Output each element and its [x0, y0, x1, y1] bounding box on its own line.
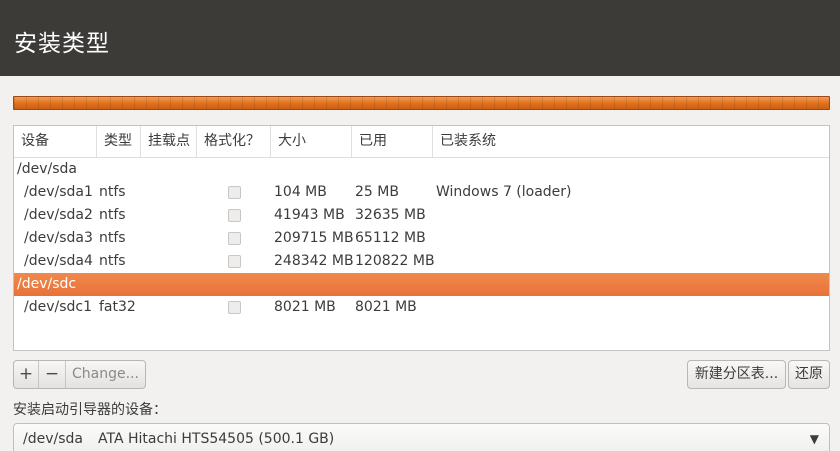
bootloader-device-label: 安装启动引导器的设备：: [13, 402, 167, 418]
format-checkbox[interactable]: [228, 209, 241, 222]
bootloader-device-description: ATA Hitachi HTS54505 (500.1 GB): [98, 431, 335, 447]
partition-edit-buttons: + − Change...: [13, 360, 146, 389]
partition-table[interactable]: 设备 类型 挂载点 格式化？ 大小 已用 已装系统 /dev/sda/dev/s…: [13, 125, 830, 351]
partition-row[interactable]: /dev/sda1 ntfs 104 MB 25 MB Windows 7 (loade…: [14, 181, 829, 204]
cell-device: /dev/sda3: [24, 230, 93, 246]
add-partition-button[interactable]: +: [14, 361, 39, 388]
column-header-device[interactable]: 设备: [14, 126, 97, 157]
partition-row[interactable]: /dev/sda3 ntfs 209715 MB 65112 MB: [14, 227, 829, 250]
cell-type: ntfs: [99, 230, 126, 246]
cell-size: 41943 MB: [274, 207, 345, 223]
title-bar: 安装类型: [0, 0, 840, 76]
partition-usage-bar: [13, 96, 830, 110]
cell-size: 209715 MB: [274, 230, 354, 246]
cell-device: /dev/sdc: [17, 276, 77, 292]
format-checkbox[interactable]: [228, 232, 241, 245]
cell-used: 120822 MB: [355, 253, 435, 269]
cell-used: 8021 MB: [355, 299, 417, 315]
cell-device: /dev/sda4: [24, 253, 93, 269]
cell-type: ntfs: [99, 253, 126, 269]
table-header: 设备 类型 挂载点 格式化？ 大小 已用 已装系统: [14, 126, 829, 158]
cell-device: /dev/sda1: [24, 184, 93, 200]
format-checkbox[interactable]: [228, 301, 241, 314]
cell-size: 8021 MB: [274, 299, 336, 315]
disk-row[interactable]: /dev/sdc: [14, 273, 829, 296]
disk-row[interactable]: /dev/sda: [14, 158, 829, 181]
partition-row[interactable]: /dev/sdc1 fat32 8021 MB 8021 MB: [14, 296, 829, 319]
column-header-system[interactable]: 已装系统: [433, 126, 829, 157]
partition-row[interactable]: /dev/sda2 ntfs 41943 MB 32635 MB: [14, 204, 829, 227]
cell-size: 248342 MB: [274, 253, 354, 269]
column-header-type[interactable]: 类型: [97, 126, 141, 157]
partition-row[interactable]: /dev/sda4 ntfs 248342 MB 120822 MB: [14, 250, 829, 273]
column-header-size[interactable]: 大小: [271, 126, 352, 157]
cell-used: 25 MB: [355, 184, 399, 200]
dropdown-arrow-icon: ▼: [809, 432, 819, 446]
cell-used: 65112 MB: [355, 230, 426, 246]
column-header-mount[interactable]: 挂载点: [141, 126, 197, 157]
revert-button[interactable]: 还原: [788, 360, 830, 389]
cell-system: Windows 7 (loader): [436, 184, 572, 200]
cell-type: ntfs: [99, 184, 126, 200]
remove-partition-button[interactable]: −: [39, 361, 66, 388]
column-header-used[interactable]: 已用: [352, 126, 433, 157]
format-checkbox[interactable]: [228, 255, 241, 268]
cell-size: 104 MB: [274, 184, 327, 200]
cell-type: fat32: [99, 299, 136, 315]
cell-device: /dev/sda: [17, 161, 77, 177]
window-title: 安装类型: [14, 31, 110, 57]
cell-device: /dev/sda2: [24, 207, 93, 223]
cell-used: 32635 MB: [355, 207, 426, 223]
cell-type: ntfs: [99, 207, 126, 223]
format-checkbox[interactable]: [228, 186, 241, 199]
bootloader-device-select[interactable]: /dev/sda ATA Hitachi HTS54505 (500.1 GB)…: [13, 423, 830, 451]
column-header-format[interactable]: 格式化？: [197, 126, 271, 157]
bootloader-device-path: /dev/sda: [23, 431, 83, 447]
cell-device: /dev/sdc1: [24, 299, 93, 315]
change-partition-button[interactable]: Change...: [66, 361, 145, 388]
new-partition-table-button[interactable]: 新建分区表...: [687, 360, 786, 389]
